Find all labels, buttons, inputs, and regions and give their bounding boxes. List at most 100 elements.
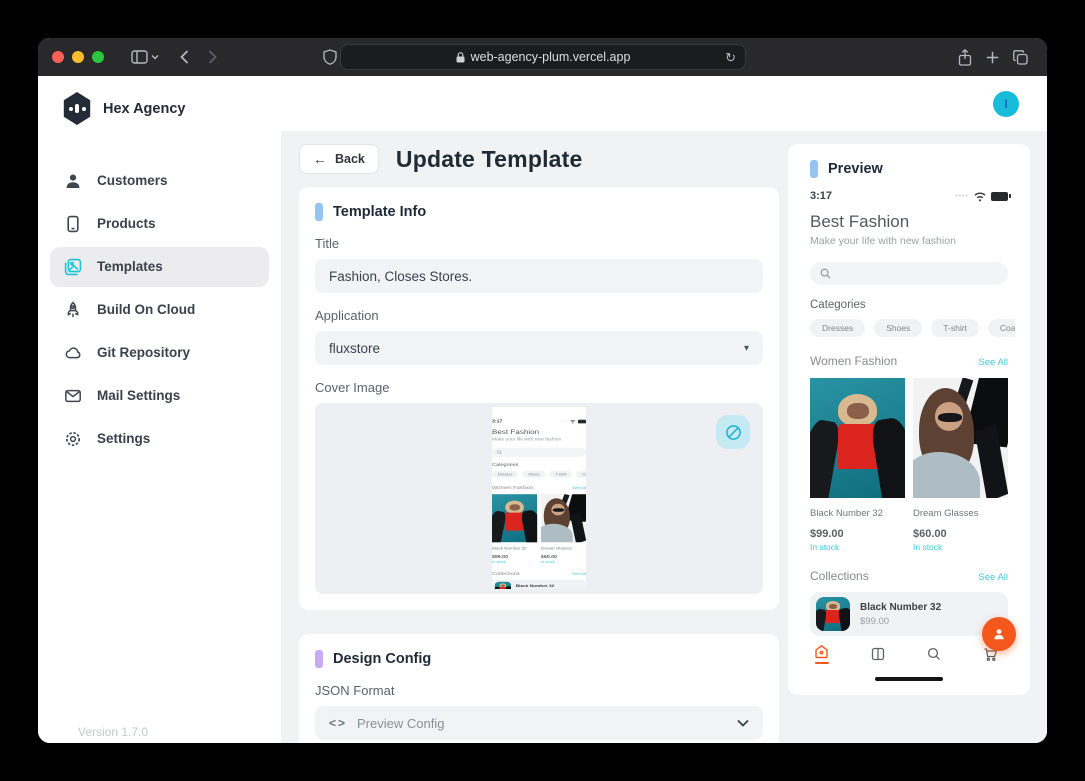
search-icon: [820, 268, 831, 279]
section-title: Design Config: [333, 651, 432, 667]
sidebar-item-settings[interactable]: Settings: [50, 419, 269, 459]
product-image: [492, 494, 538, 543]
phone-bottom-nav: [810, 617, 1016, 669]
product-grid: Black Number 32 $99.00 In stock Dream Gl…: [492, 494, 586, 564]
sidebar-item-mail-settings[interactable]: Mail Settings: [50, 376, 269, 416]
home-indicator: [875, 677, 943, 681]
sidebar-item-templates[interactable]: Templates: [50, 246, 269, 287]
title-input[interactable]: Fashion, Closes Stores.: [315, 259, 763, 293]
json-format-label: JSON Format: [315, 683, 395, 698]
reload-icon[interactable]: ↻: [725, 50, 736, 66]
page-content: ← Back Update Template Template Info Tit…: [281, 131, 1047, 743]
preview-header: Preview: [810, 160, 1008, 178]
category-pill[interactable]: Coats: [987, 319, 1015, 337]
tab-overview-icon[interactable]: [1013, 49, 1028, 65]
back-nav-icon[interactable]: [180, 50, 189, 64]
back-button[interactable]: ← Back: [299, 144, 379, 174]
minimize-window-button[interactable]: [72, 51, 84, 63]
category-pill[interactable]: T-shirt: [931, 319, 979, 337]
store-title: Best Fashion: [492, 427, 540, 436]
url-bar[interactable]: web-agency-plum.vercel.app ↻: [340, 44, 746, 70]
sidebar-item-label: Mail Settings: [97, 388, 181, 403]
product-price: $60.00: [913, 528, 947, 540]
category-pill[interactable]: Dresses: [810, 319, 866, 337]
collection-list-item[interactable]: Black Number 32 $99.00: [810, 592, 1008, 636]
product-price: $60.00: [540, 554, 557, 559]
share-icon[interactable]: [958, 48, 972, 66]
page-title: Update Template: [395, 145, 583, 172]
close-window-button[interactable]: [52, 51, 64, 63]
collection-thumb: [494, 581, 511, 589]
section-title: Collections: [810, 569, 869, 583]
sidebar-chevron-icon[interactable]: [151, 54, 159, 60]
user-avatar[interactable]: I: [993, 90, 1019, 117]
collection-item-name: Black Number 32: [860, 601, 942, 613]
collection-item-price: $99.00: [860, 615, 890, 627]
nav-home[interactable]: [814, 644, 829, 665]
preview-config-dropdown[interactable]: <> Preview Config: [315, 706, 763, 740]
sidebar-item-label: Templates: [97, 259, 163, 274]
sidebar-item-git-repository[interactable]: Git Repository: [50, 333, 269, 373]
select-caret-icon: ▾: [743, 342, 749, 354]
product-price: $99.00: [492, 554, 508, 559]
app-root: Hex Agency Customers Products Templates: [38, 76, 1047, 743]
collections-section-header: Collections See All: [810, 569, 1008, 583]
page-header: ← Back Update Template: [299, 144, 779, 174]
cover-phone-thumbnail: 3:17 •••• Best Fashion Make your life wi…: [492, 419, 586, 589]
product-card[interactable]: Black Number 32 $99.00 In stock: [810, 378, 905, 552]
brand: Hex Agency: [38, 92, 281, 125]
template-info-card: Template Info Title Fashion, Closes Stor…: [299, 187, 779, 610]
cloud-icon: [65, 346, 81, 358]
nav-categories[interactable]: [871, 647, 885, 661]
gear-icon: [65, 431, 81, 446]
privacy-shield-icon[interactable]: [323, 49, 337, 65]
browser-toolbar: web-agency-plum.vercel.app ↻: [38, 38, 1047, 76]
back-arrow-icon: ←: [313, 151, 327, 167]
cellular-icon: ••••: [955, 192, 969, 200]
lock-icon: [456, 51, 465, 62]
products-icon: [67, 215, 79, 232]
product-name: Dream Glasses: [540, 546, 573, 551]
section-title: Women Fashion: [810, 354, 898, 368]
product-stock: In stock: [492, 559, 506, 564]
section-title: Template Info: [333, 204, 427, 220]
section-title: Preview: [828, 161, 883, 177]
category-pill: Coats: [576, 470, 586, 478]
template-info-header: Template Info: [315, 203, 763, 221]
category-pills: Dresses Shoes T-shirt Coats: [810, 319, 1015, 337]
category-pill: Shoes: [522, 470, 546, 478]
cover-image-box: 3:17 •••• Best Fashion Make your life wi…: [315, 403, 763, 594]
preview-config-label: Preview Config: [357, 715, 445, 731]
chevron-down-icon: [737, 719, 749, 727]
see-all-link[interactable]: See All: [978, 572, 1008, 583]
rocket-icon: [67, 301, 79, 317]
product-image: [810, 378, 905, 498]
category-pill[interactable]: Shoes: [874, 319, 923, 337]
code-icon: <>: [329, 716, 348, 730]
sidebar-item-build-on-cloud[interactable]: Build On Cloud: [50, 290, 269, 330]
phone-search-bar[interactable]: [810, 262, 1008, 285]
sidebar-item-label: Build On Cloud: [97, 302, 196, 317]
product-card[interactable]: Dream Glasses $60.00 In stock: [913, 378, 1008, 552]
store-title: Best Fashion: [810, 212, 910, 231]
phone-status-bar: 3:17 ••••: [492, 419, 586, 424]
categories-label: Categories: [810, 299, 866, 311]
sidebar-nav: Customers Products Templates Build On Cl…: [38, 159, 281, 460]
nav-search[interactable]: [927, 647, 941, 661]
remove-cover-button[interactable]: [716, 415, 750, 449]
sidebar-item-products[interactable]: Products: [50, 204, 269, 244]
see-all-link[interactable]: See All: [978, 357, 1008, 368]
mail-icon: [65, 389, 81, 402]
new-tab-icon[interactable]: [986, 51, 999, 64]
collection-thumb: [816, 597, 850, 631]
category-pill: Dresses: [492, 470, 519, 478]
see-all-link: See All: [572, 571, 586, 577]
application-select[interactable]: fluxstore ▾: [315, 331, 763, 365]
cover-phone-slot: 3:17 •••• Best Fashion Make your life wi…: [492, 407, 586, 589]
zoom-window-button[interactable]: [92, 51, 104, 63]
profile-fab-button[interactable]: [982, 617, 1016, 651]
sidebar-item-customers[interactable]: Customers: [50, 161, 269, 201]
sidebar-toggle-icon[interactable]: [131, 50, 148, 64]
title-field-label: Title: [315, 236, 340, 251]
cover-image-label: Cover Image: [315, 380, 390, 395]
